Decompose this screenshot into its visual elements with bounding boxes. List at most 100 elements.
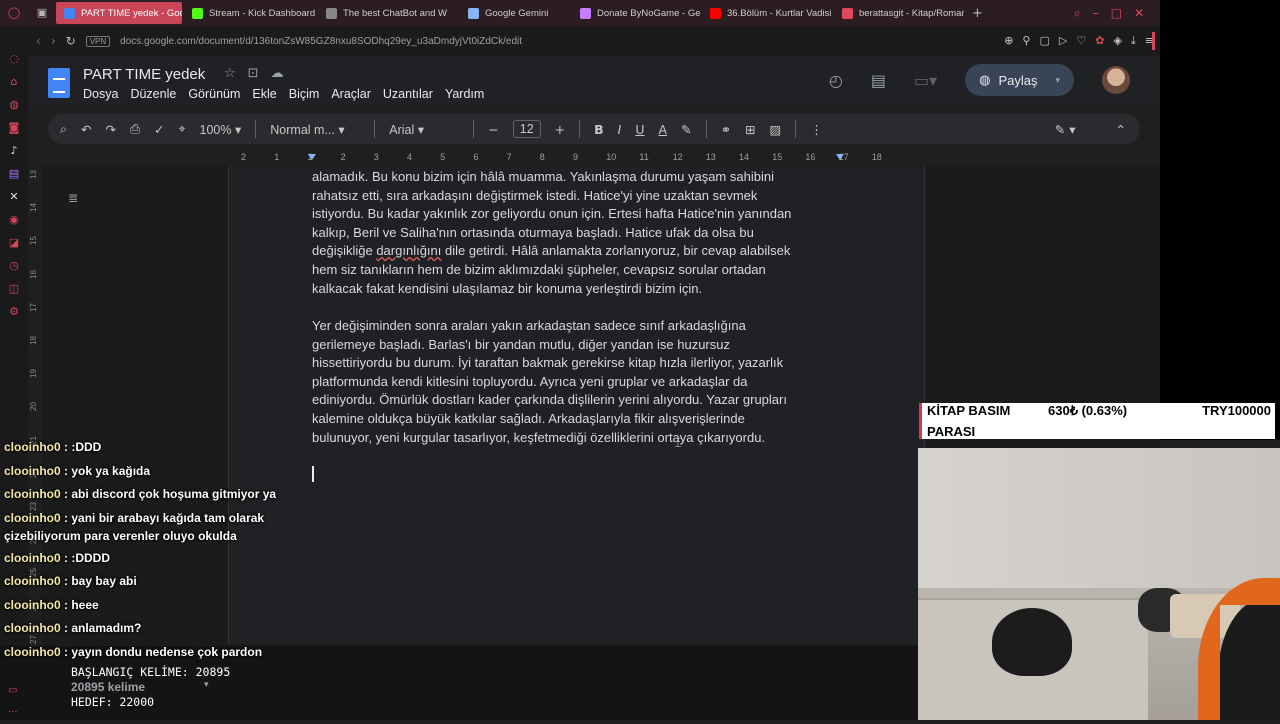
forward-icon[interactable]: › [51,34,56,48]
wallet-icon[interactable]: ◈ [1113,34,1121,48]
tab-label: PART TIME yedek - Goog [81,7,182,19]
browser-tab[interactable]: 36.Bölüm - Kurtlar Vadisi [702,2,832,24]
redo-icon[interactable]: ↷ [106,122,116,137]
font-select[interactable]: Arial ▾ [389,122,459,137]
link-icon[interactable]: ⚭ [721,122,731,137]
extensions-icon[interactable]: ✿ [1095,34,1104,48]
zoom-select[interactable]: 100% ▾ [200,122,242,137]
bold-icon[interactable]: B [594,122,604,137]
vpn-badge[interactable]: VPN [85,35,111,47]
menu-item[interactable]: Düzenle [130,87,176,101]
right-indent-marker[interactable] [836,154,844,160]
play-icon[interactable]: ▷ [1059,34,1067,48]
close-window-icon[interactable]: ✕ [1134,6,1144,20]
back-icon[interactable]: ‹ [36,34,41,48]
underline-icon[interactable]: U [635,122,644,137]
document-outline-icon[interactable]: ≣ [68,191,78,205]
text-color-icon[interactable]: A [659,122,668,137]
comments-icon[interactable]: ▤ [871,71,886,90]
document-title[interactable]: PART TIME yedek [83,66,205,83]
pin-icon[interactable]: ⚲ [1022,34,1030,48]
settings-icon[interactable]: ⚙ [7,305,21,319]
font-size-input[interactable]: 12 [512,120,541,138]
paragraph-1[interactable]: alamadık. Bu konu bizim için hâlâ muamma… [312,168,837,298]
horizontal-ruler[interactable]: 2 1 1 2 3 4 5 6 7 8 9 10 11 12 13 14 15 16 17 18 [228,150,925,166]
snapshot-icon[interactable]: ▢ [1039,34,1049,48]
star-icon[interactable]: ☆ [224,66,236,81]
ruler-label: 2 [241,152,247,162]
maximize-icon[interactable]: □ [1111,6,1122,20]
paragraph-2[interactable]: Yer değişiminden sonra araları yakın ark… [312,317,837,447]
history-icon[interactable]: ◷ [7,259,21,273]
search-tabs-icon[interactable]: ⌕ [1074,6,1081,21]
paragraph-line: istiyordu. Bu kadar yakınlık zor geliyor… [312,206,792,222]
italic-icon[interactable]: I [618,122,622,137]
browser-tab[interactable]: The best ChatBot and W [318,2,458,24]
new-tab-button[interactable]: + [964,2,991,24]
word-count-chevron-icon[interactable]: ▾ [204,680,209,690]
more-icon[interactable]: ··· [8,702,18,724]
print-icon[interactable]: ⎙ [130,121,140,137]
undo-icon[interactable]: ↶ [81,122,91,137]
chat-username: clooinho0 [4,644,61,659]
shopping-icon[interactable]: ⌂ [7,75,21,89]
chat-text: abi discord çok hoşuma gitmiyor ya [71,487,277,501]
docs-logo-icon[interactable] [48,68,70,98]
left-indent-marker[interactable] [308,154,316,160]
tiktok-icon[interactable]: ♪ [7,144,21,158]
menu-item[interactable]: Görünüm [188,87,240,101]
menu-item[interactable]: Ekle [252,87,276,101]
browser-tab[interactable]: PART TIME yedek - Goog✕ [56,2,182,24]
player-icon[interactable]: ◉ [7,213,21,227]
ruler-label: 12 [672,152,683,162]
collapse-menus-icon[interactable]: ⌃ [1116,122,1126,137]
current-word-count[interactable]: 20895 kelime [71,680,145,694]
decrease-font-icon[interactable]: − [488,122,498,137]
highlight-icon[interactable]: ✎ [681,122,691,137]
download-icon[interactable]: ⤓ [1131,34,1136,48]
pinboard-icon[interactable]: ◫ [7,282,21,296]
browser-tab[interactable]: Google Gemini [460,2,570,24]
menu-item[interactable]: Biçim [289,87,320,101]
menu-item[interactable]: Yardım [445,87,484,101]
browser-tab[interactable]: berattasgit - Kitap/Roman [834,2,964,24]
paint-format-icon[interactable]: ⌖ [178,121,185,137]
add-comment-icon[interactable]: ⊞ [745,122,755,137]
paragraph-line: hissettiriyordu bu durum. İyi taraftan b… [312,355,784,371]
editing-mode-icon[interactable]: ✎ ▾ [1055,122,1076,137]
version-history-icon[interactable]: ◴ [829,71,843,90]
extras-icon[interactable]: ▭ [8,680,18,702]
avatar[interactable] [1102,66,1130,94]
browser-tab[interactable]: Donate ByNoGame - Geli [572,2,700,24]
chevron-down-icon[interactable]: ▾ [1055,75,1060,86]
aria-icon[interactable]: ◌ [7,52,21,66]
x-icon[interactable]: ✕ [7,190,21,204]
zoom-value: 100% [199,122,232,137]
browser-tab[interactable]: Stream - Kick Dashboard [184,2,316,24]
cloud-status-icon[interactable]: ☁ [271,66,284,81]
increase-font-icon[interactable]: + [555,122,565,137]
spellcheck-icon[interactable]: ✓ [154,122,164,137]
messenger-icon[interactable]: ◍ [7,98,21,112]
twitch-icon[interactable]: ▤ [7,167,21,181]
minimize-icon[interactable]: – [1093,6,1099,20]
bookmark-icon[interactable]: ♡ [1076,34,1086,48]
zoom-icon[interactable]: ⊕ [1004,34,1013,48]
more-options-icon[interactable]: ⋮ [810,122,823,137]
misspelled-word[interactable]: dargınlığını [376,243,441,258]
move-folder-icon[interactable]: ⊡ [248,66,259,81]
search-menus-icon[interactable]: ⌕ [60,121,67,137]
share-button[interactable]: ◍ Paylaş ▾ [965,64,1074,96]
url-field[interactable]: docs.google.com/document/d/136tonZsW85GZ… [120,36,522,47]
menu-item[interactable]: Uzantılar [383,87,433,101]
reload-icon[interactable]: ↻ [66,34,76,48]
opera-logo-icon[interactable]: ◯ [7,6,21,20]
bookmarks-icon[interactable]: ◪ [7,236,21,250]
meet-icon[interactable]: ▭▾ [914,71,937,90]
instagram-icon[interactable]: ◙ [7,121,21,135]
insert-image-icon[interactable]: ▨ [770,122,782,137]
menu-item[interactable]: Araçlar [331,87,371,101]
workspaces-icon[interactable]: ▣ [35,6,49,20]
style-select[interactable]: Normal m... ▾ [270,122,360,137]
menu-item[interactable]: Dosya [83,87,118,101]
